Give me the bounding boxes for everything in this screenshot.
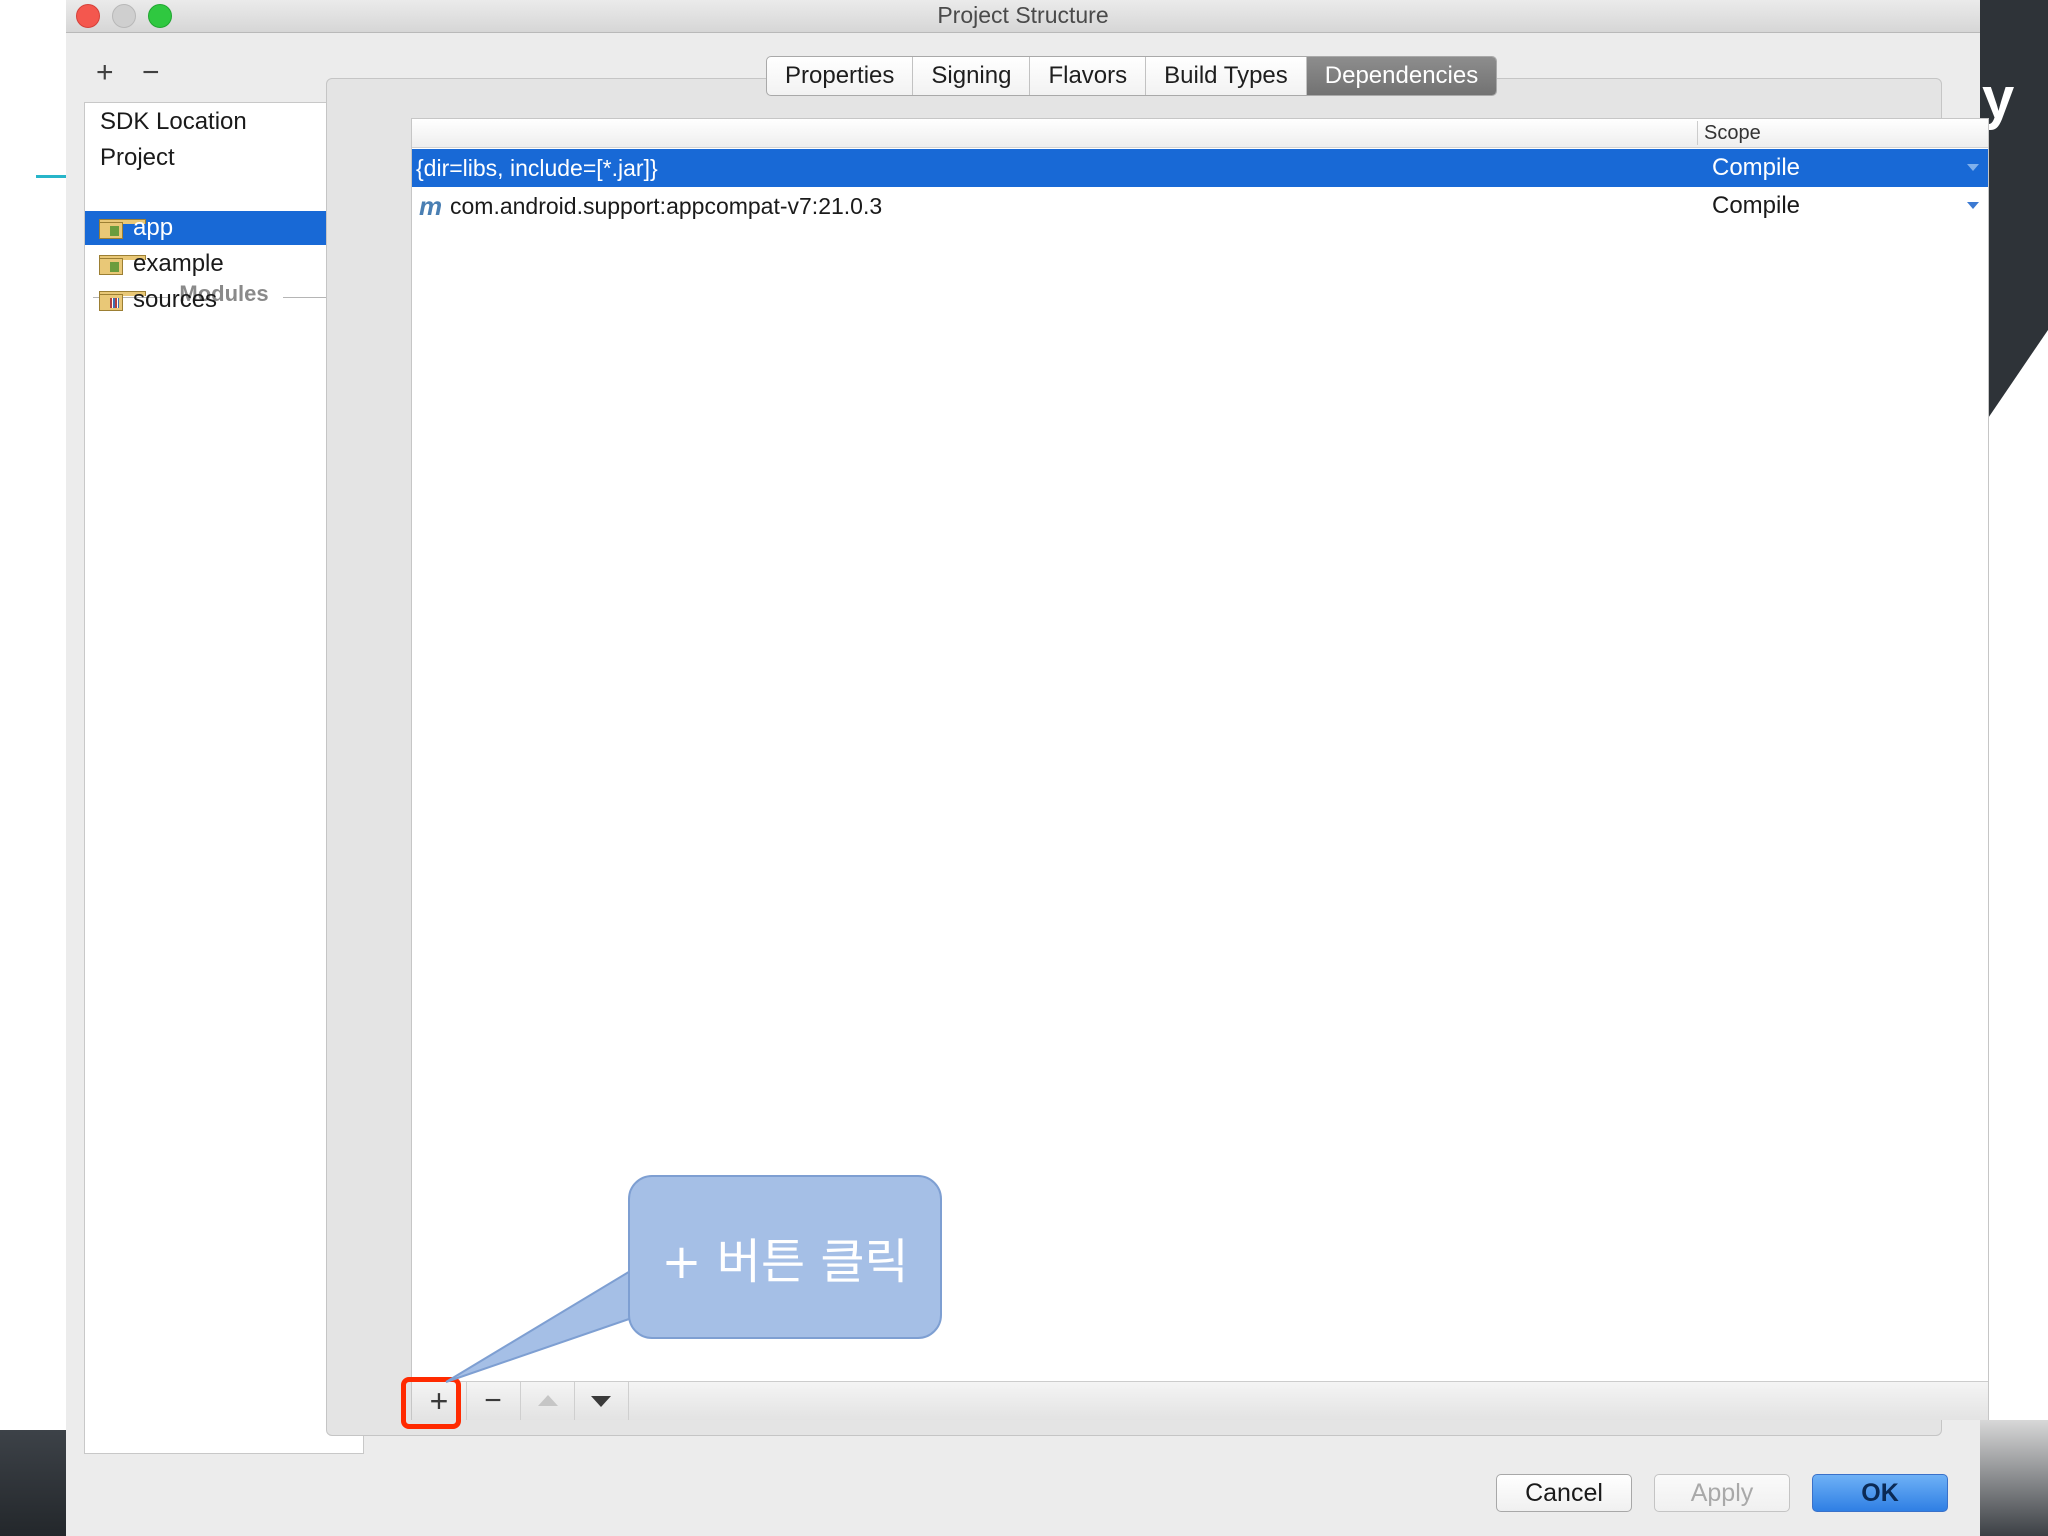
slide-accent-line (36, 175, 66, 178)
scope-value[interactable]: Compile (1712, 187, 1800, 225)
scope-dropdown-arrow-icon[interactable] (1967, 164, 1979, 171)
add-module-button[interactable]: + (96, 58, 114, 88)
module-label: app (133, 214, 174, 241)
sidebar-item-label: Project (100, 144, 175, 171)
scope-dropdown-arrow-icon[interactable] (1967, 202, 1979, 209)
ok-button[interactable]: OK (1812, 1474, 1948, 1512)
tab-signing[interactable]: Signing (913, 57, 1031, 95)
remove-dependency-button[interactable]: − (466, 1382, 521, 1420)
module-label: sources (133, 286, 218, 313)
sidebar-item-label: SDK Location (100, 108, 247, 135)
instruction-callout: + 버튼 클릭 (628, 1175, 942, 1339)
slide-background-wedge (1980, 330, 2048, 430)
remove-module-button[interactable]: − (142, 58, 160, 88)
column-separator[interactable] (1697, 121, 1698, 145)
dependency-row[interactable]: m com.android.support:appcompat-v7:21.0.… (412, 187, 1988, 225)
title-bar: Project Structure (66, 0, 1980, 33)
arrow-up-icon (538, 1395, 558, 1406)
tab-properties[interactable]: Properties (767, 57, 914, 95)
slide-background-bottom-right (1980, 1420, 2048, 1536)
add-button-highlight (401, 1377, 461, 1429)
maven-icon: m (419, 191, 443, 221)
module-label: example (133, 250, 224, 277)
dependency-name: com.android.support:appcompat-v7:21.0.3 (450, 193, 883, 219)
tab-dependencies[interactable]: Dependencies (1306, 57, 1497, 95)
apply-button[interactable]: Apply (1654, 1474, 1790, 1512)
library-module-icon (99, 291, 146, 311)
column-header-scope[interactable]: Scope (1704, 122, 1761, 145)
sidebar-item-sdk-location[interactable]: SDK Location (85, 105, 363, 139)
android-module-icon (99, 255, 146, 275)
tab-build-types[interactable]: Build Types (1146, 57, 1307, 95)
move-up-button[interactable] (520, 1382, 575, 1420)
android-module-icon (99, 219, 146, 239)
slide-background-bottom-left (0, 1430, 66, 1536)
module-item-app[interactable]: app (85, 211, 363, 245)
window-title: Project Structure (937, 2, 1109, 28)
module-item-example[interactable]: example (85, 247, 363, 281)
module-item-sources[interactable]: sources (85, 283, 363, 317)
table-toolbar: + − (412, 1381, 1988, 1420)
sidebar-item-project[interactable]: Project (85, 141, 363, 175)
scope-value[interactable]: Compile (1712, 149, 1800, 187)
callout-text: + 버튼 클릭 (661, 1234, 909, 1290)
sidebar: SDK Location Project Modules app example (84, 102, 364, 1454)
slide-background-left (0, 0, 66, 1536)
table-header: Scope (412, 119, 1988, 148)
arrow-down-icon (591, 1396, 611, 1407)
dependency-row[interactable]: {dir=libs, include=[*.jar]} Compile (412, 149, 1988, 187)
move-down-button[interactable] (574, 1382, 629, 1420)
dependency-name: {dir=libs, include=[*.jar]} (416, 155, 658, 181)
cancel-button[interactable]: Cancel (1496, 1474, 1632, 1512)
tab-flavors[interactable]: Flavors (1030, 57, 1147, 95)
slide-background-right-lower (1980, 430, 2048, 1420)
tab-bar: Properties Signing Flavors Build Types D… (766, 56, 1498, 96)
